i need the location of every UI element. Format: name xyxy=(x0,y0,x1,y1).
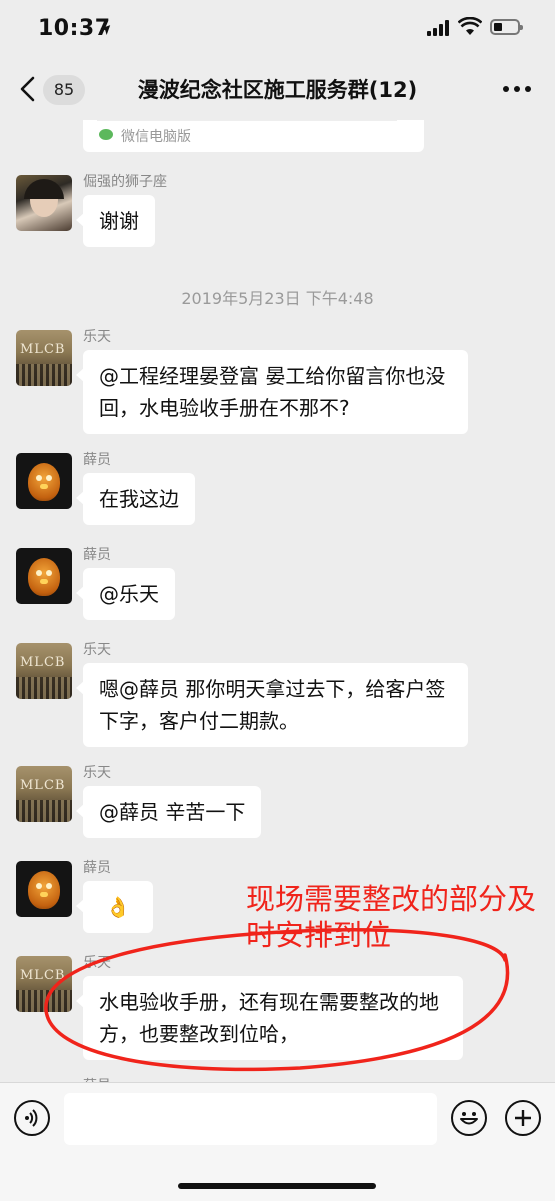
message-list[interactable]: 微信电脑版 倔强的狮子座 谢谢 2019年5月23日 下午4:48 MLCB 乐… xyxy=(0,120,555,1082)
avatar[interactable]: MLCB xyxy=(16,643,72,699)
avatar[interactable]: MLCB xyxy=(16,330,72,386)
sender-name: 薛员 xyxy=(83,1075,111,1082)
plus-icon[interactable] xyxy=(505,1100,541,1136)
avatar[interactable] xyxy=(16,548,72,604)
message-bubble[interactable]: @薛员 辛苦一下 xyxy=(75,786,262,838)
message-input[interactable] xyxy=(64,1093,437,1145)
cellular-signal-icon xyxy=(427,20,451,36)
shared-card[interactable]: 微信电脑版 xyxy=(83,120,424,152)
card-source: 微信电脑版 xyxy=(121,129,191,145)
message-bubble[interactable]: 在我这边 xyxy=(76,473,195,525)
sender-name: 乐天 xyxy=(83,642,111,658)
wifi-icon xyxy=(458,17,482,35)
avatar[interactable]: MLCB xyxy=(16,956,72,1012)
sender-name: 倔强的狮子座 xyxy=(83,174,167,190)
sender-name: 乐天 xyxy=(83,329,111,345)
status-bar: 10:37 ➤ xyxy=(0,0,555,58)
message-bubble[interactable]: 水电验收手册，还有现在需要整改的地方，也要整改到位哈， xyxy=(76,976,463,1060)
sender-name: 乐天 xyxy=(83,765,111,781)
battery-icon xyxy=(490,19,523,35)
avatar[interactable] xyxy=(16,175,72,231)
chat-header: 85 漫波纪念社区施工服务群(12) xyxy=(0,58,555,120)
emoji-icon[interactable] xyxy=(451,1100,487,1136)
message-bubble[interactable]: 👌 xyxy=(76,881,153,933)
avatar[interactable]: MLCB xyxy=(16,766,72,822)
more-options-icon[interactable] xyxy=(503,86,531,94)
sender-name: 薛员 xyxy=(83,452,111,468)
message-bubble[interactable]: 嗯@薛员 那你明天拿过去下，给客户签下字，客户付二期款。 xyxy=(76,663,468,747)
input-bar xyxy=(0,1082,555,1201)
message-bubble[interactable]: @乐天 xyxy=(76,568,175,620)
avatar[interactable] xyxy=(16,861,72,917)
message-bubble[interactable]: 谢谢 xyxy=(76,195,155,247)
home-indicator xyxy=(178,1183,376,1189)
sender-name: 乐天 xyxy=(83,955,111,971)
sender-name: 薛员 xyxy=(83,547,111,563)
chat-title: 漫波纪念社区施工服务群(12) xyxy=(137,78,418,102)
message-bubble[interactable]: @工程经理晏登富 晏工给你留言你也没回，水电验收手册在不那不? xyxy=(76,350,468,434)
avatar[interactable] xyxy=(16,453,72,509)
timestamp: 2019年5月23日 下午4:48 xyxy=(181,289,374,308)
wechat-icon xyxy=(99,129,113,140)
sender-name: 薛员 xyxy=(83,860,111,876)
voice-icon[interactable] xyxy=(14,1100,50,1136)
